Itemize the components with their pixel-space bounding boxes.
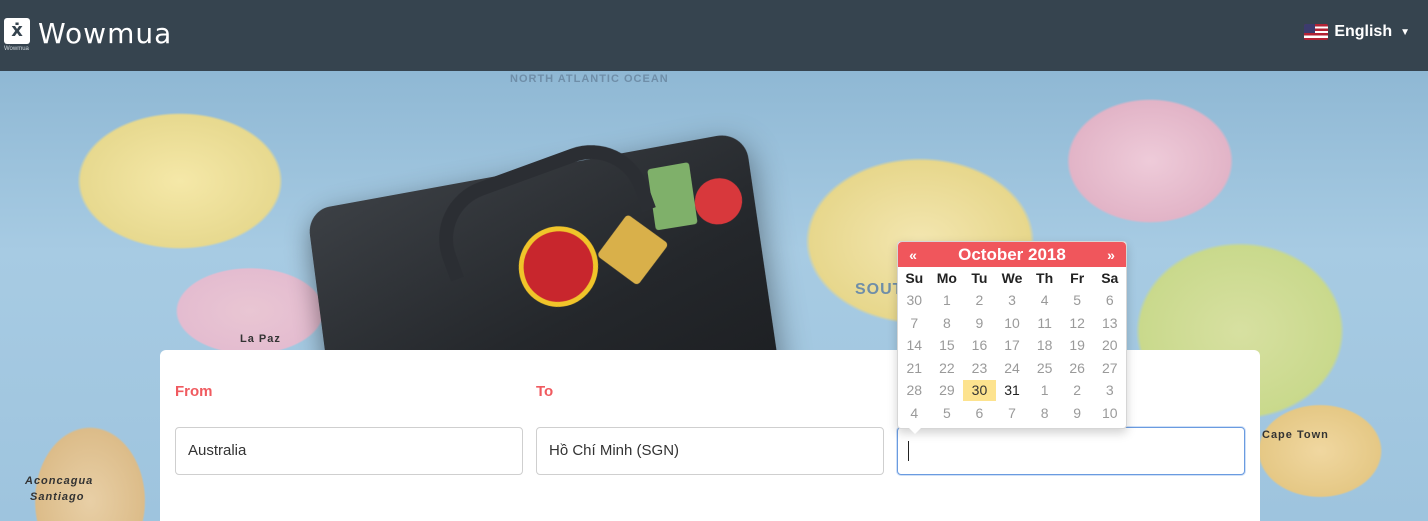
to-label: To xyxy=(536,383,554,400)
map-label: NORTH ATLANTIC OCEAN xyxy=(510,73,669,85)
from-input[interactable]: Australia xyxy=(175,427,523,475)
prev-month-button[interactable]: « xyxy=(898,247,928,263)
to-input[interactable]: Hồ Chí Minh (SGN) xyxy=(536,427,884,475)
datepicker-popup: « October 2018 » Su Mo Tu We Th Fr Sa 30… xyxy=(897,241,1127,434)
map-label: La Paz xyxy=(240,333,281,345)
calendar-day[interactable]: 22 xyxy=(931,358,964,379)
datepicker-header: « October 2018 » xyxy=(898,242,1126,267)
calendar-day[interactable]: 5 xyxy=(1061,290,1094,311)
calendar-day[interactable]: 5 xyxy=(931,403,964,424)
calendar-day[interactable]: 7 xyxy=(898,313,931,334)
calendar-day[interactable]: 21 xyxy=(898,358,931,379)
logo-icon: ẋ xyxy=(4,18,30,44)
calendar-day[interactable]: 4 xyxy=(1028,290,1061,311)
calendar-day[interactable]: 2 xyxy=(1061,380,1094,401)
map-label: Cape Town xyxy=(1262,429,1329,441)
date-input[interactable] xyxy=(897,427,1245,475)
calendar-day[interactable]: 6 xyxy=(1093,290,1126,311)
weekday-header: Su Mo Tu We Th Fr Sa xyxy=(898,267,1126,290)
calendar-day[interactable]: 24 xyxy=(996,358,1029,379)
calendar-day[interactable]: 1 xyxy=(931,290,964,311)
calendar-day[interactable]: 18 xyxy=(1028,335,1061,356)
calendar-day[interactable]: 6 xyxy=(963,403,996,424)
brand-name[interactable]: Wowmua xyxy=(38,17,172,50)
calendar-day[interactable]: 16 xyxy=(963,335,996,356)
calendar-day[interactable]: 19 xyxy=(1061,335,1094,356)
sticker-united-icon xyxy=(691,174,746,228)
calendar-day[interactable]: 11 xyxy=(1028,313,1061,334)
calendar-week: 30 1 2 3 4 5 6 xyxy=(898,290,1126,313)
language-label: English xyxy=(1334,23,1393,40)
calendar-day-today[interactable]: 30 xyxy=(963,380,996,402)
logo-small-text: Wowmua xyxy=(4,46,29,52)
calendar-day[interactable]: 3 xyxy=(996,290,1029,311)
next-month-button[interactable]: » xyxy=(1096,247,1126,263)
calendar-day[interactable]: 8 xyxy=(931,313,964,334)
calendar-day[interactable]: 3 xyxy=(1093,380,1126,401)
weekday-label: Th xyxy=(1036,270,1054,287)
calendar-day[interactable]: 10 xyxy=(996,313,1029,334)
calendar-day[interactable]: 8 xyxy=(1028,403,1061,424)
calendar-day[interactable]: 17 xyxy=(996,335,1029,356)
weekday-label: Sa xyxy=(1101,270,1119,287)
brand-logo[interactable]: ẋ Wowmua xyxy=(4,18,32,58)
calendar-day[interactable]: 20 xyxy=(1093,335,1126,356)
calendar-day[interactable]: 14 xyxy=(898,335,931,356)
calendar-day[interactable]: 1 xyxy=(1028,380,1061,401)
map-label: Aconcagua xyxy=(25,475,94,487)
chevron-down-icon: ▼ xyxy=(1400,26,1410,38)
calendar-day[interactable]: 13 xyxy=(1093,313,1126,334)
weekday-label: Tu xyxy=(971,270,988,287)
calendar-day[interactable]: 26 xyxy=(1061,358,1094,379)
weekday-label: Su xyxy=(905,270,924,287)
calendar-week: 14 15 16 17 18 19 20 xyxy=(898,335,1126,358)
calendar-day[interactable]: 23 xyxy=(963,358,996,379)
calendar-day[interactable]: 9 xyxy=(963,313,996,334)
calendar-day[interactable]: 2 xyxy=(963,290,996,311)
us-flag-icon xyxy=(1304,24,1329,40)
calendar-day[interactable]: 31 xyxy=(996,380,1029,401)
map-label: Santiago xyxy=(30,491,85,503)
top-navbar: ẋ Wowmua Wowmua English ▼ xyxy=(0,0,1428,71)
calendar-day[interactable]: 7 xyxy=(996,403,1029,424)
language-selector[interactable]: English ▼ xyxy=(1304,20,1410,44)
weekday-label: Fr xyxy=(1070,270,1085,287)
calendar-day[interactable]: 30 xyxy=(898,290,931,311)
month-title[interactable]: October 2018 xyxy=(928,245,1096,265)
calendar-day[interactable]: 29 xyxy=(931,380,964,401)
sticker-travel-icon xyxy=(647,162,698,231)
calendar-day[interactable]: 10 xyxy=(1093,403,1126,424)
calendar-day[interactable]: 4 xyxy=(898,403,931,424)
weekday-label: We xyxy=(1001,270,1023,287)
text-cursor xyxy=(908,441,909,461)
weekday-label: Mo xyxy=(936,270,957,287)
calendar-week: 21 22 23 24 25 26 27 xyxy=(898,357,1126,380)
from-label: From xyxy=(175,383,213,400)
calendar-week: 7 8 9 10 11 12 13 xyxy=(898,312,1126,335)
calendar-day[interactable]: 12 xyxy=(1061,313,1094,334)
calendar-day[interactable]: 28 xyxy=(898,380,931,401)
calendar-day[interactable]: 9 xyxy=(1061,403,1094,424)
calendar-week: 4 5 6 7 8 9 10 xyxy=(898,402,1126,425)
calendar-day[interactable]: 25 xyxy=(1028,358,1061,379)
calendar-week: 28 29 30 31 1 2 3 xyxy=(898,380,1126,403)
calendar-day[interactable]: 27 xyxy=(1093,358,1126,379)
calendar-day[interactable]: 15 xyxy=(931,335,964,356)
